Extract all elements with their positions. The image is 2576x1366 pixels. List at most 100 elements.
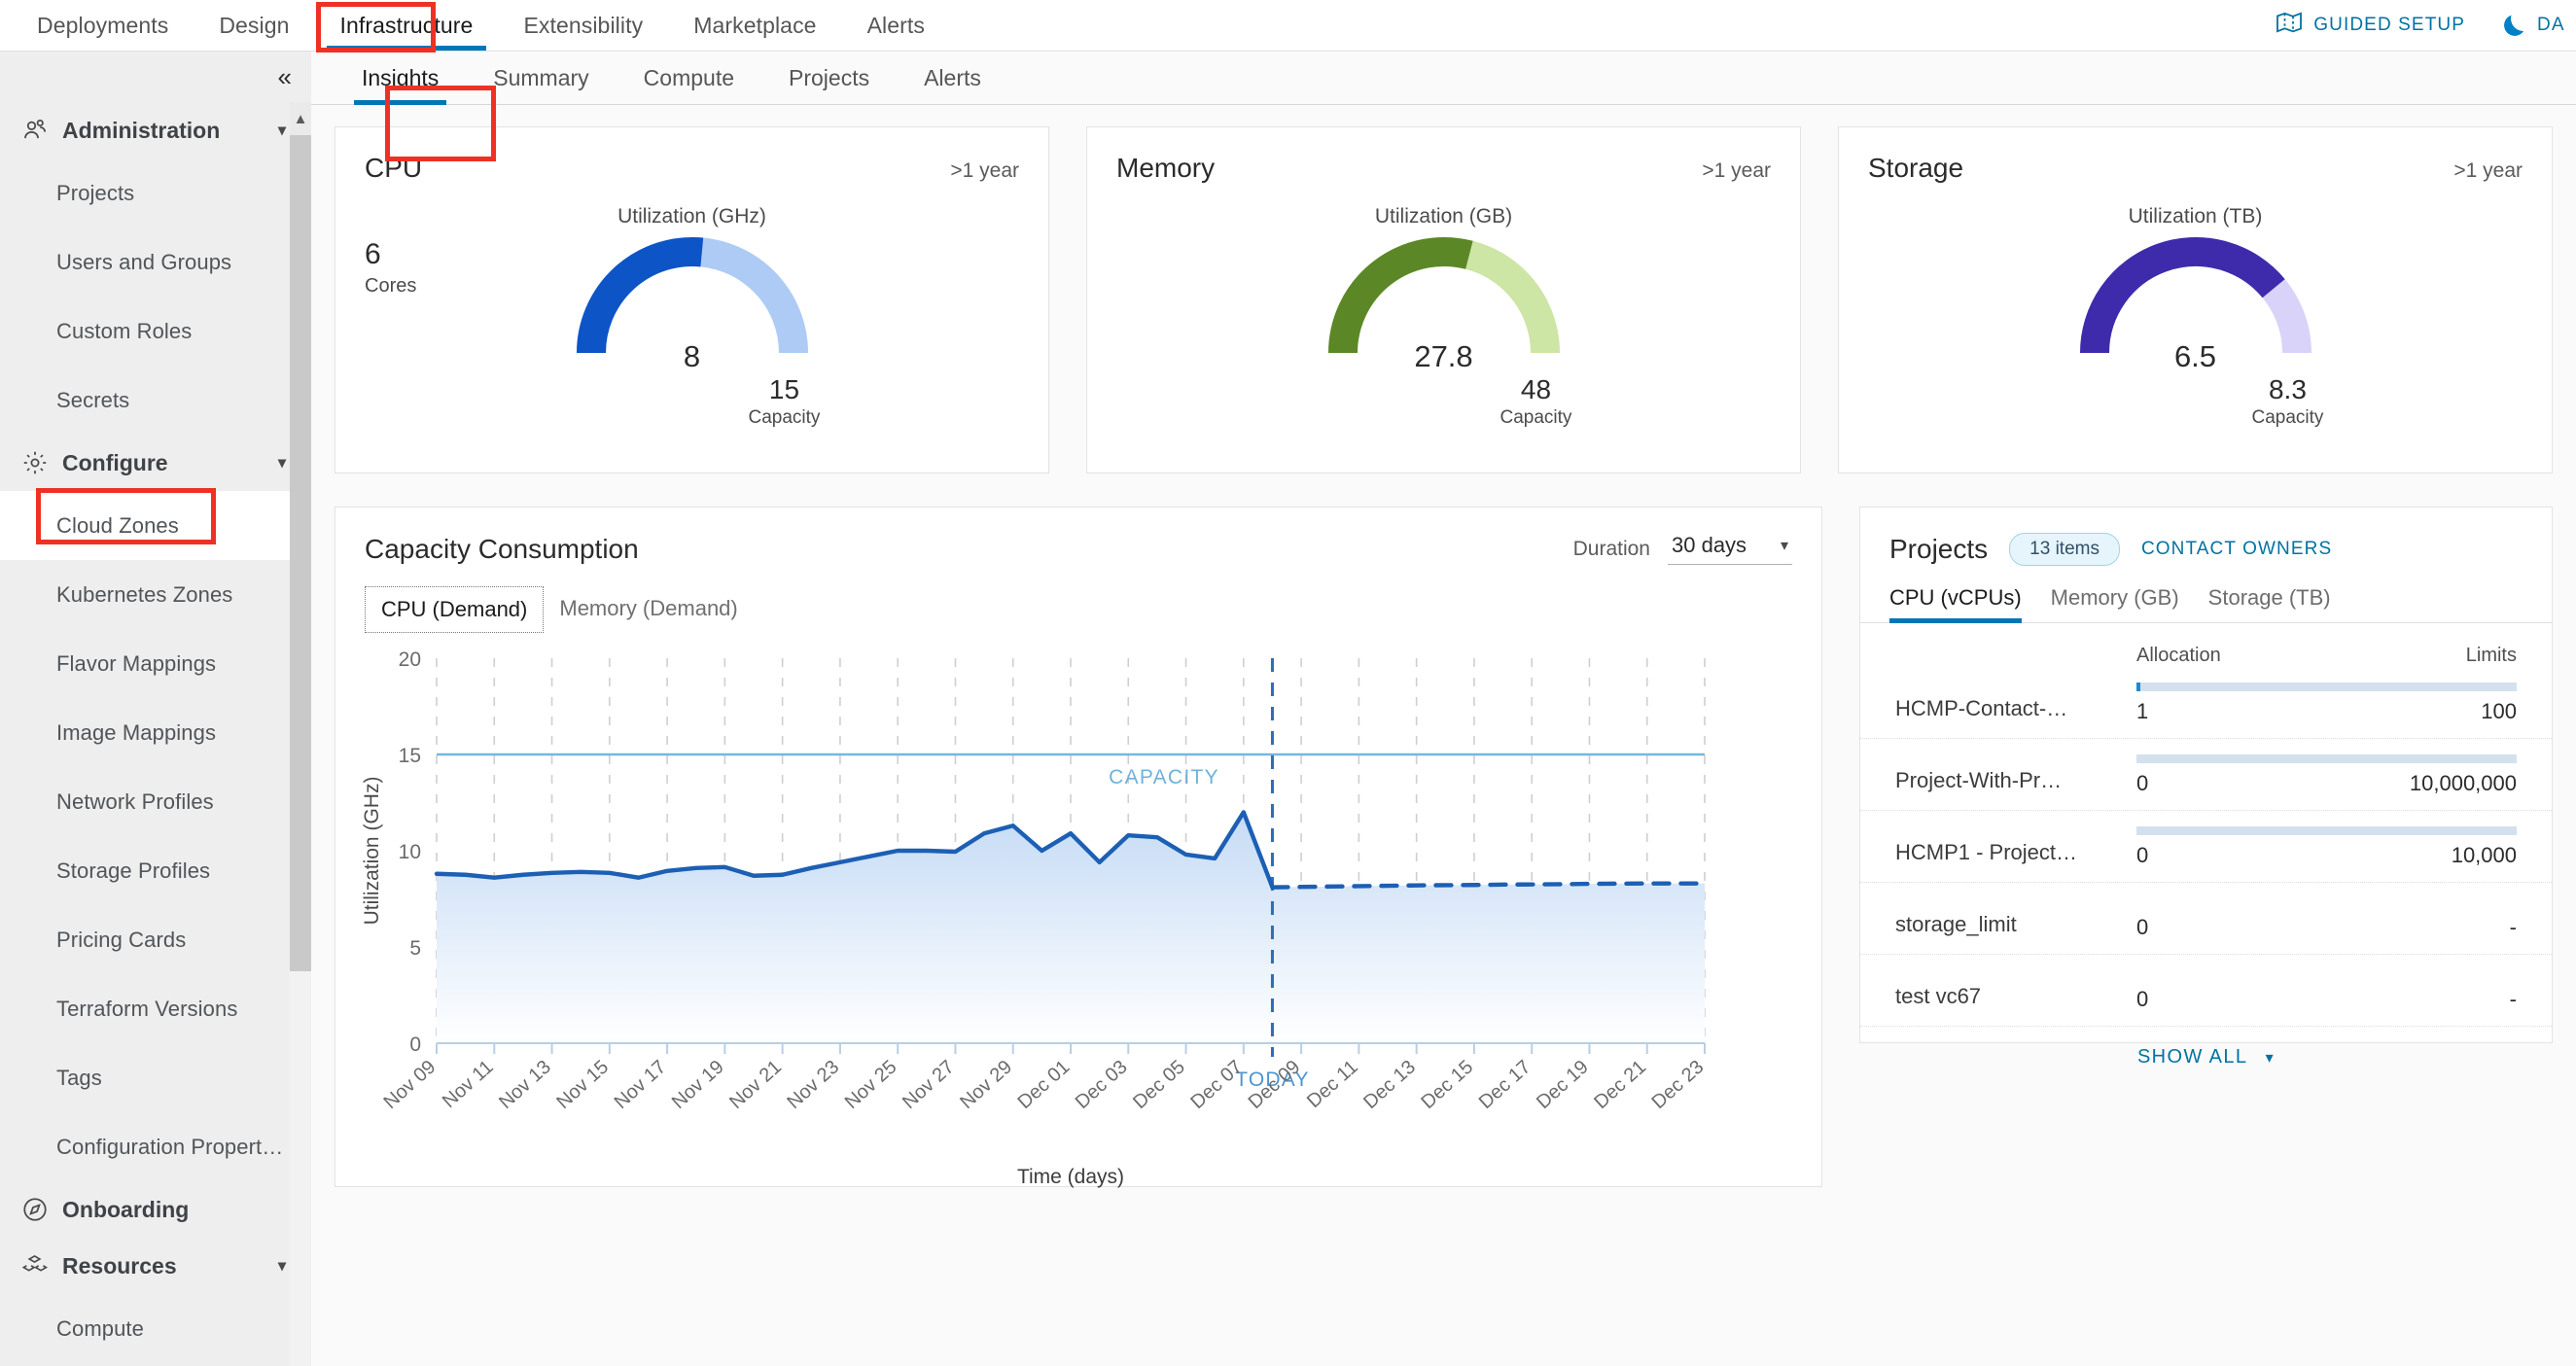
dark-mode-toggle[interactable]: DA (2504, 15, 2576, 36)
top-header: Deployments Design Infrastructure Extensibi… (0, 0, 2576, 52)
capacity-consumption-card: Capacity Consumption Duration 30 days ▾ … (335, 507, 1822, 1188)
sidebar-group-resources[interactable]: Resources ▾ (0, 1238, 311, 1294)
table-row[interactable]: HCMP-Contact-… 1 100 (1860, 667, 2552, 738)
chevron-down-icon: ▾ (277, 455, 286, 472)
svg-text:5: 5 (409, 937, 421, 960)
sidebar-collapse-button[interactable]: « (0, 52, 311, 102)
projects-tab-storage-tb[interactable]: Storage (TB) (2208, 585, 2331, 622)
sidebar-item-custom-roles[interactable]: Custom Roles (0, 297, 311, 366)
gauge-card-header: Memory >1 year (1087, 127, 1800, 184)
chart-tab-memory-demand[interactable]: Memory (Demand) (544, 586, 753, 633)
gauge-card-header: CPU >1 year (335, 127, 1048, 184)
x-tick-label: Nov 17 (611, 1056, 671, 1113)
topnav-item-alerts[interactable]: Alerts (842, 0, 950, 51)
sidebar-item-projects[interactable]: Projects (0, 158, 311, 228)
sidebar-scrollbar[interactable]: ▲ (290, 102, 311, 1366)
gauge-capacity-label: Capacity (1500, 407, 1572, 428)
gauge-capacity-label: Capacity (2251, 407, 2324, 428)
sidebar-item-cloud-zones[interactable]: Cloud Zones (0, 491, 311, 560)
tab-insights[interactable]: Insights (335, 65, 466, 105)
duration-select[interactable]: 30 days ▾ (1668, 533, 1792, 565)
projects-card: Projects 13 items CONTACT OWNERS CPU (vC… (1859, 507, 2553, 1068)
contact-owners-button[interactable]: CONTACT OWNERS (2141, 539, 2332, 560)
allocation-value: 0 (2136, 771, 2149, 795)
guided-setup-button[interactable]: GUIDED SETUP (2276, 12, 2465, 39)
sidebar-group-administration[interactable]: Administration ▾ (0, 102, 311, 158)
project-values: 1 100 (2136, 699, 2517, 724)
map-icon (2276, 12, 2303, 39)
gear-icon (21, 449, 49, 476)
tab-projects[interactable]: Projects (761, 65, 897, 104)
show-all-button[interactable]: SHOW ALL ▾ (1860, 1026, 2552, 1088)
sidebar-item-configuration-propert[interactable]: Configuration Propert… (0, 1112, 311, 1181)
topnav-item-extensibility[interactable]: Extensibility (498, 0, 668, 51)
sidebar-item-flavor-mappings[interactable]: Flavor Mappings (0, 629, 311, 698)
page-body: « Administration ▾ Projects Users and Group… (0, 52, 2576, 1366)
chevron-down-icon: ▾ (1780, 538, 1788, 554)
summary-gauges: CPU >1 year Utilization (GHz) 6 Cores 8 15 Capa… (335, 126, 2553, 473)
tab-summary[interactable]: Summary (466, 65, 616, 104)
compass-icon (21, 1196, 49, 1223)
show-all-label: SHOW ALL (2136, 1046, 2247, 1068)
project-values: 0 10,000,000 (2136, 771, 2517, 796)
project-metric: 0- (2136, 898, 2517, 940)
sidebar-item-pricing-cards[interactable]: Pricing Cards (0, 905, 311, 974)
sidebar-item-users-and-groups[interactable]: Users and Groups (0, 228, 311, 297)
sidebar-item-secrets[interactable]: Secrets (0, 366, 311, 435)
x-tick-label: Nov 11 (439, 1056, 498, 1112)
sidebar-item-image-mappings[interactable]: Image Mappings (0, 698, 311, 767)
app-root: Deployments Design Infrastructure Extensibi… (0, 0, 2576, 1366)
table-row[interactable]: test vc67 0- (1860, 954, 2552, 1026)
projects-metric-tabs: CPU (vCPUs) Memory (GB) Storage (TB) (1860, 566, 2552, 623)
projects-table: HCMP-Contact-… 1 100 Project-With-Pr… 0 10,00… (1860, 667, 2552, 1026)
gauge-capacity: 48 Capacity (1500, 376, 1572, 429)
sidebar-group-label: Administration (62, 117, 221, 143)
table-row[interactable]: HCMP1 - Project… 0 10,000 (1860, 810, 2552, 882)
gauge-extra-value: 6 (365, 238, 381, 270)
gauge-capacity-value: 15 (768, 374, 800, 404)
tab-alerts[interactable]: Alerts (897, 65, 1008, 104)
topnav-item-infrastructure[interactable]: Infrastructure (315, 0, 499, 51)
tab-compute[interactable]: Compute (617, 65, 761, 104)
project-metric: 0 10,000,000 (2136, 754, 2517, 796)
projects-count-badge: 13 items (2009, 533, 2120, 566)
sidebar-item-kubernetes-zones[interactable]: Kubernetes Zones (0, 560, 311, 629)
gauge-period: >1 year (1702, 159, 1771, 182)
sidebar-item-terraform-versions[interactable]: Terraform Versions (0, 974, 311, 1043)
limit-value: - (2509, 987, 2517, 1011)
sidebar-scroll-thumb[interactable] (290, 135, 311, 971)
project-metric: 0- (2136, 970, 2517, 1012)
projects-tab-cpu-vcpus[interactable]: CPU (vCPUs) (1889, 585, 2022, 623)
topnav-item-deployments[interactable]: Deployments (12, 0, 194, 51)
x-tick-label: Dec 17 (1475, 1056, 1535, 1113)
guided-setup-label: GUIDED SETUP (2313, 15, 2465, 35)
sidebar-item-network-profiles[interactable]: Network Profiles (0, 767, 311, 836)
x-tick-label: Dec 19 (1533, 1056, 1593, 1113)
x-tick-label: Dec 13 (1359, 1056, 1420, 1113)
table-row[interactable]: Project-With-Pr… 0 10,000,000 (1860, 738, 2552, 810)
sidebar-item-storage-profiles[interactable]: Storage Profiles (0, 836, 311, 905)
sidebar-group-configure[interactable]: Configure ▾ (0, 435, 311, 491)
limit-value: - (2509, 915, 2517, 939)
chart-tab-cpu-demand[interactable]: CPU (Demand) (365, 586, 545, 633)
project-values: 0- (2136, 987, 2517, 1012)
gauge-subtitle: Utilization (GHz) (618, 205, 766, 228)
table-row[interactable]: storage_limit 0- (1860, 882, 2552, 954)
allocation-value: 0 (2136, 843, 2149, 867)
sidebar-group-onboarding[interactable]: Onboarding (0, 1181, 311, 1238)
gauge-body: Utilization (GHz) 6 Cores 8 15 Capacity (335, 184, 1048, 446)
sidebar-item-compute[interactable]: Compute (0, 1294, 311, 1363)
capacity-chart: 0 5 10 15 20 CAPACITY TODAY Nov 09 Nov 11 Nov 13 N… (353, 645, 1812, 1194)
projects-column-headers: Allocation Limits (1860, 623, 2552, 667)
scroll-up-icon[interactable]: ▲ (290, 102, 311, 135)
gauge-capacity-value: 48 (1520, 374, 1552, 404)
sidebar-item-tags[interactable]: Tags (0, 1043, 311, 1112)
topnav-item-design[interactable]: Design (194, 0, 314, 51)
projects-tab-memory-gb[interactable]: Memory (GB) (2051, 585, 2179, 622)
lower-row: Capacity Consumption Duration 30 days ▾ … (335, 507, 2553, 1188)
gauge-extra-label: Cores (365, 275, 417, 297)
topnav-item-marketplace[interactable]: Marketplace (668, 0, 841, 51)
allocation-value: 0 (2136, 987, 2149, 1011)
dark-mode-label: DA (2537, 15, 2565, 35)
duration-value: 30 days (1672, 533, 1747, 557)
